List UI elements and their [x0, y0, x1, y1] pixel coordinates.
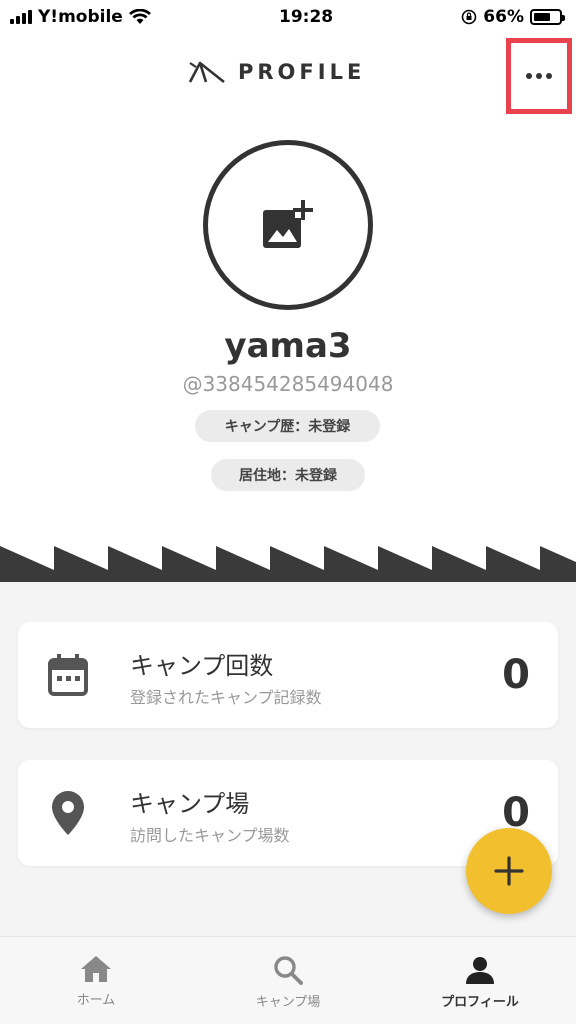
tab-label: プロフィール	[441, 995, 519, 1010]
tab-profile[interactable]: プロフィール	[384, 937, 576, 1024]
stat-title: キャンプ場	[130, 790, 250, 818]
avatar[interactable]	[203, 140, 373, 310]
stat-card-camp-count[interactable]: キャンプ回数 登録されたキャンプ記録数 0	[18, 622, 558, 728]
camp-history-badge: キャンプ歴：未登録	[195, 410, 380, 442]
stat-subtitle: 訪問したキャンプ場数	[130, 826, 290, 845]
battery-percent: 66%	[483, 7, 524, 27]
carrier-name: Y!mobile	[38, 7, 123, 27]
stat-title: キャンプ回数	[130, 652, 274, 680]
user-handle: @338454285494048	[182, 372, 394, 396]
plus-icon	[494, 856, 524, 886]
search-icon	[274, 956, 303, 985]
add-photo-icon	[263, 200, 313, 248]
wifi-icon	[128, 9, 151, 24]
more-dot-icon	[526, 73, 532, 79]
battery-icon	[529, 9, 565, 25]
status-right: 66%	[461, 7, 565, 27]
tab-home[interactable]: ホーム	[0, 937, 192, 1024]
tab-label: ホーム	[76, 993, 116, 1008]
add-button[interactable]	[466, 828, 552, 914]
status-left: Y!mobile	[10, 7, 151, 27]
person-icon	[466, 957, 494, 984]
orientation-lock-icon	[461, 9, 477, 25]
app-header: PROFILE	[0, 38, 576, 114]
home-icon	[81, 956, 111, 982]
more-options-button[interactable]	[506, 38, 572, 114]
tab-campsites[interactable]: キャンプ場	[192, 937, 384, 1024]
status-bar: Y!mobile 19:28 66%	[0, 0, 576, 34]
map-pin-icon	[48, 790, 88, 836]
page-title: PROFILE	[238, 60, 366, 84]
status-time: 19:28	[278, 7, 334, 27]
bottom-tab-bar: ホーム キャンプ場 プロフィール	[0, 936, 576, 1024]
stat-value: 0	[502, 652, 530, 698]
more-dot-icon	[536, 73, 542, 79]
tent-logo-icon	[188, 61, 225, 84]
calendar-icon	[48, 652, 88, 698]
signal-icon	[10, 10, 32, 24]
residence-badge: 居住地：未登録	[211, 459, 365, 491]
stat-subtitle: 登録されたキャンプ記録数	[130, 688, 322, 707]
mountain-divider	[0, 546, 576, 582]
username: yama3	[224, 326, 352, 366]
more-dot-icon	[546, 73, 552, 79]
app-logo: PROFILE	[188, 60, 365, 84]
tab-label: キャンプ場	[255, 995, 321, 1010]
